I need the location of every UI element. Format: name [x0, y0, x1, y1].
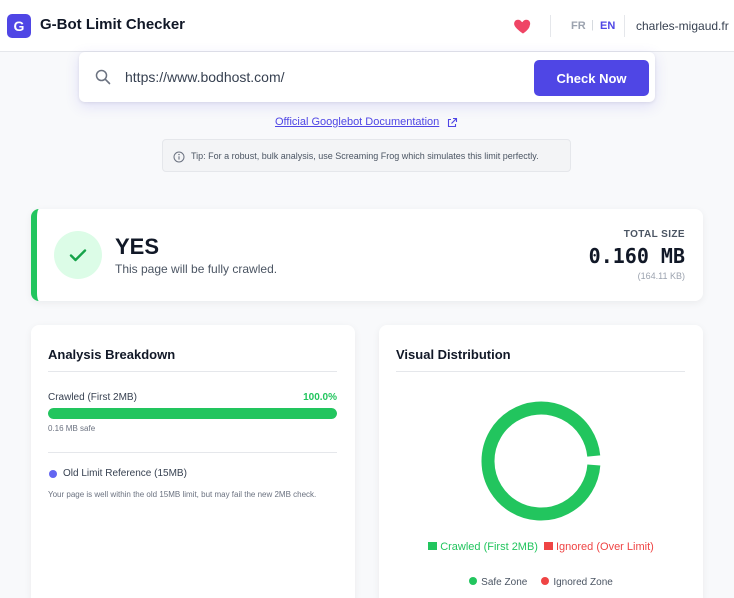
- divider: [48, 452, 337, 453]
- googlebot-docs-link[interactable]: Official Googlebot Documentation: [275, 116, 439, 128]
- ignored-zone-dot: [541, 577, 550, 585]
- header-divider: [550, 15, 551, 37]
- legend-ignored-zone: Ignored Zone: [553, 577, 613, 588]
- safe-zone-dot: [469, 577, 478, 585]
- legend-safe-zone: Safe Zone: [481, 577, 528, 588]
- panel-title: Visual Distribution: [396, 347, 511, 362]
- divider: [48, 371, 337, 372]
- result-card: YES This page will be fully crawled. TOT…: [31, 209, 703, 301]
- legend-crawled[interactable]: Crawled (First 2MB): [440, 541, 538, 553]
- safe-size-note: 0.16 MB safe: [48, 424, 96, 433]
- info-icon: [173, 151, 185, 163]
- divider: [396, 371, 685, 372]
- donut-safe-segment: [481, 401, 601, 521]
- crawl-progress-fill: [48, 408, 337, 419]
- url-input[interactable]: [125, 65, 525, 89]
- search-icon: [95, 69, 111, 85]
- lang-en-link[interactable]: EN: [600, 20, 615, 32]
- external-link-icon[interactable]: [446, 117, 458, 129]
- total-size-kb: (164.11 KB): [637, 271, 685, 281]
- success-badge: [54, 231, 102, 279]
- crawled-label: Crawled (First 2MB): [48, 392, 137, 403]
- top-bar: G G-Bot Limit Checker FR | EN charles-mi…: [0, 0, 734, 52]
- legend-ignored[interactable]: Ignored (Over Limit): [556, 541, 654, 553]
- verdict: YES: [115, 234, 160, 259]
- app-title[interactable]: G-Bot Limit Checker: [40, 16, 185, 33]
- search-bar: Check Now: [79, 52, 655, 102]
- legend-swatch-ignored: [543, 542, 553, 550]
- visual-distribution-panel: Visual Distribution Crawled (First 2MB) I…: [379, 325, 703, 598]
- lang-fr-link[interactable]: FR: [571, 20, 586, 32]
- analysis-breakdown-panel: Analysis Breakdown Crawled (First 2MB) 1…: [31, 325, 355, 598]
- total-size-mb: 0.160 MB: [588, 244, 685, 268]
- chart-legend: Crawled (First 2MB) Ignored (Over Limit): [405, 541, 677, 553]
- zone-legend: Safe Zone Ignored Zone: [405, 577, 677, 588]
- tip-text: Tip: For a robust, bulk analysis, use Sc…: [191, 151, 539, 161]
- old-limit-label: Old Limit Reference (15MB): [63, 468, 187, 479]
- site-link[interactable]: charles-migaud.fr: [636, 19, 729, 33]
- app-logo[interactable]: G: [7, 14, 31, 38]
- old-limit-dot: [49, 470, 57, 478]
- check-now-button[interactable]: Check Now: [534, 60, 649, 96]
- distribution-donut-chart: [481, 401, 601, 521]
- tip-banner: Tip: For a robust, bulk analysis, use Sc…: [162, 139, 571, 172]
- legend-swatch-crawled: [428, 542, 438, 550]
- lang-separator: |: [591, 19, 594, 31]
- total-size-label: TOTAL SIZE: [623, 229, 685, 240]
- old-limit-description: Your page is well within the old 15MB li…: [48, 490, 317, 499]
- check-icon: [69, 249, 87, 262]
- crawled-percent: 100.0%: [303, 392, 337, 403]
- verdict-description: This page will be fully crawled.: [115, 262, 278, 276]
- crawl-progress-bar: [48, 408, 337, 419]
- heart-icon[interactable]: [513, 16, 533, 36]
- panel-title: Analysis Breakdown: [48, 347, 176, 362]
- header-divider: [624, 15, 625, 37]
